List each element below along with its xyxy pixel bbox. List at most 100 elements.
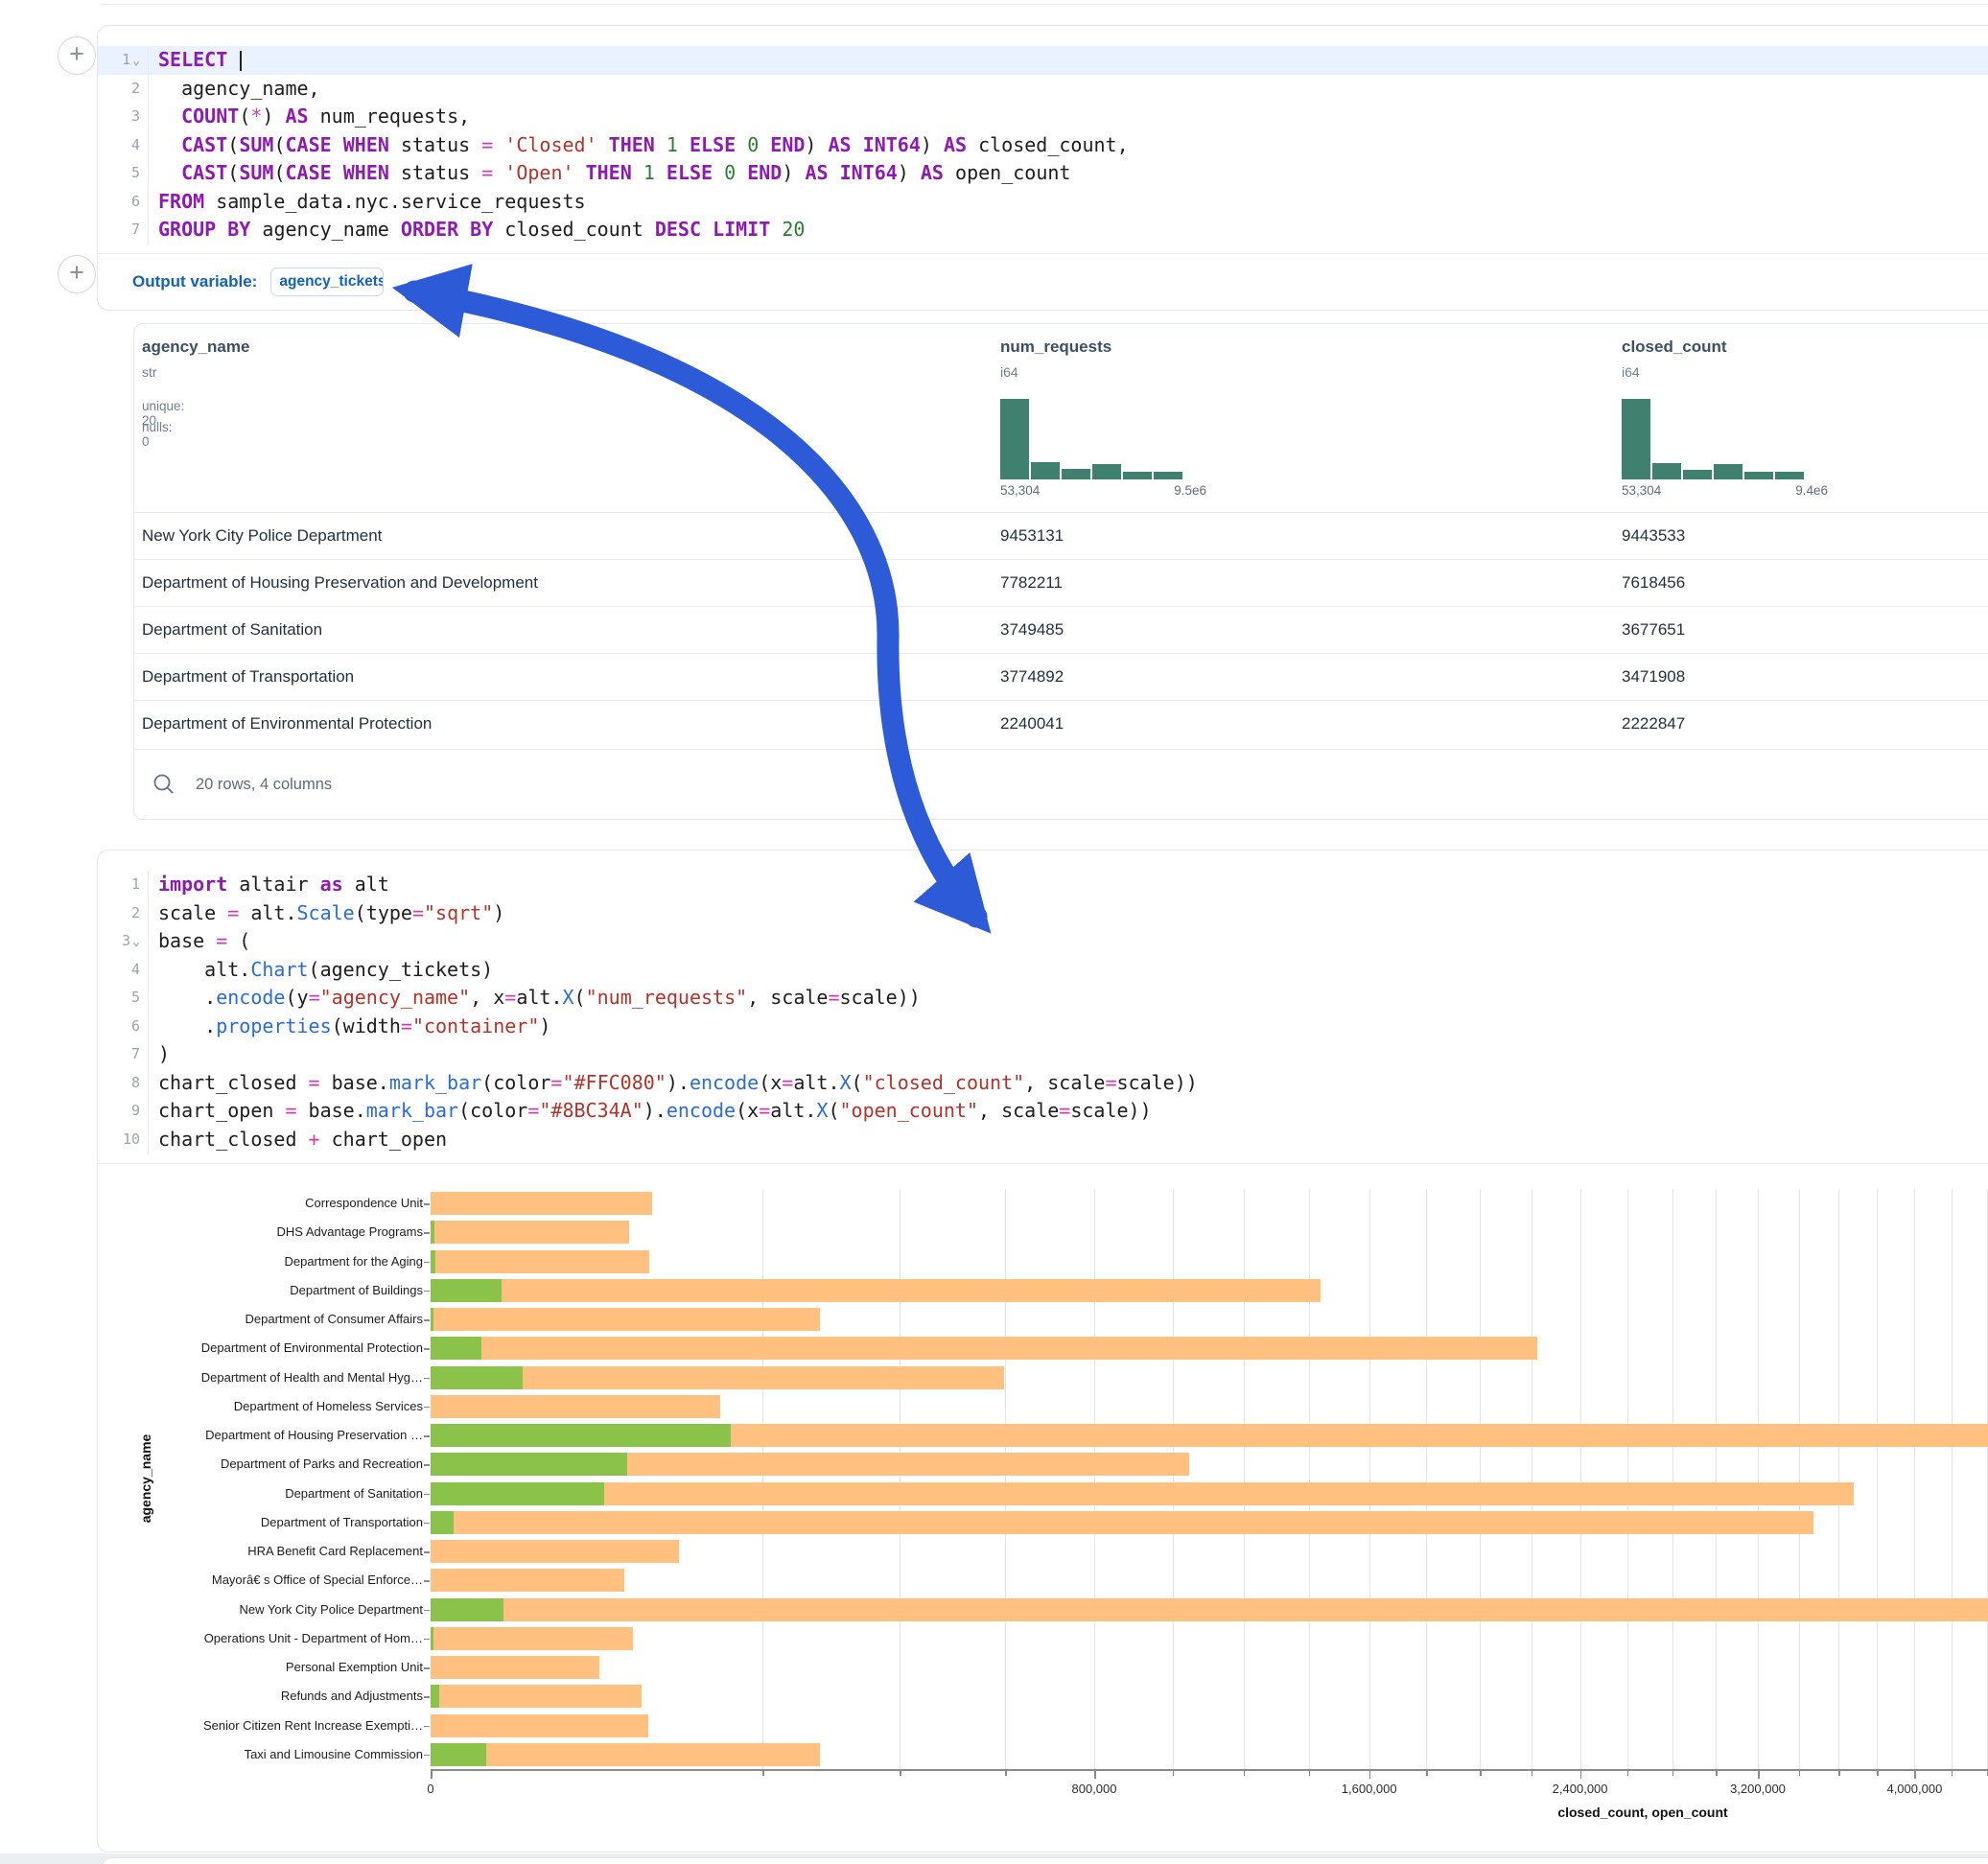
table-row[interactable]: Department of Sanitation37494853677651 [134,606,1988,654]
code-line[interactable]: 10chart_closed + chart_open [98,1126,1988,1154]
code-line[interactable]: 8chart_closed = base.mark_bar(color="#FF… [98,1069,1988,1098]
fold-chevron-icon[interactable]: ⌄ [132,935,140,949]
line-number: 3⌄ [98,927,148,956]
histogram-range-labels: 53,3049.5e6 [1000,483,1206,498]
add-cell-button-top[interactable]: + [58,36,96,75]
column-type: str [142,364,157,380]
x-major-tick [1094,1771,1096,1779]
code-text: scale = alt.Scale(type="sqrt") [148,899,1988,928]
code-line[interactable]: 7GROUP BY agency_name ORDER BY closed_co… [98,216,1988,245]
table-footer: 20 rows, 4 columns [134,749,1988,819]
code-line[interactable]: 4 CAST(SUM(CASE WHEN status = 'Closed' T… [98,131,1988,160]
add-cell-button-output[interactable]: + [58,255,96,293]
x-minor-tick [1005,1771,1007,1776]
table-row[interactable]: New York City Police Department945313194… [134,512,1988,560]
closed-count-bar [431,1395,720,1418]
x-minor-tick [1173,1771,1175,1776]
y-tick [424,1494,430,1496]
closed-count-bar [431,1250,649,1273]
x-axis-title: closed_count, open_count [1557,1805,1727,1820]
code-line[interactable]: 4 alt.Chart(agency_tickets) [98,956,1988,985]
closed-count-bar [431,1279,1321,1302]
code-line[interactable]: 3⌄base = ( [98,927,1988,956]
code-line[interactable]: 3 COUNT(*) AS num_requests, [98,103,1988,131]
table-row[interactable]: Department of Environmental Protection 22… [134,700,1988,748]
code-line[interactable]: 5 .encode(y="agency_name", x=alt.X("num_… [98,984,1988,1013]
y-axis-label: Department of Consumer Affairs [143,1312,423,1326]
gridline [1627,1189,1628,1769]
closed-count-bar [431,1221,629,1244]
table-cell: 3774892 [1000,667,1064,687]
search-icon[interactable] [152,772,176,797]
closed-count-bar [431,1511,1813,1534]
code-text: COUNT(*) AS num_requests, [148,103,1988,131]
line-number: 7 [98,1040,148,1069]
line-number: 10 [98,1126,148,1154]
code-line[interactable]: 2scale = alt.Scale(type="sqrt") [98,899,1988,928]
x-minor-tick [1426,1771,1428,1776]
code-line[interactable]: 7) [98,1040,1988,1069]
open-count-bar [431,1337,481,1360]
y-axis-label: Department of Homeless Services [143,1399,423,1413]
previous-cell-edge [101,4,1988,5]
y-axis-label: HRA Benefit Card Replacement [143,1544,423,1558]
code-line[interactable]: 2 agency_name, [98,75,1988,104]
y-axis-label: Correspondence Unit [143,1196,423,1210]
y-tick [424,1696,430,1698]
table-row[interactable]: Department of Transportation377489234719… [134,653,1988,701]
column-stat-nulls: nulls: 0 [142,420,173,449]
gridline [1716,1189,1717,1769]
y-tick [424,1435,430,1437]
x-minor-tick [1480,1771,1482,1776]
table-cell: Department of Environmental Protection [142,714,432,734]
python-editor[interactable]: 1import altair as alt2scale = alt.Scale(… [98,871,1988,1153]
y-axis-label: Department of Parks and Recreation [143,1456,423,1471]
table-cell: 2222847 [1622,714,1685,734]
line-number: 6 [98,188,148,217]
closed-count-bar [431,1598,1988,1621]
code-line[interactable]: 6FROM sample_data.nyc.service_requests [98,188,1988,217]
y-tick [424,1378,430,1380]
code-line[interactable]: 5 CAST(SUM(CASE WHEN status = 'Open' THE… [98,159,1988,188]
y-tick [424,1726,430,1728]
line-number: 2 [98,899,148,928]
code-line[interactable]: 1⌄SELECT [98,46,1988,75]
line-number: 8 [98,1069,148,1098]
line-number: 4 [98,131,148,160]
gridline [1580,1189,1581,1769]
x-major-tick [1580,1771,1582,1779]
histogram-bar [1062,469,1090,479]
histogram-bar [1031,462,1060,479]
table-cell: New York City Police Department [142,526,382,546]
sql-editor[interactable]: 1⌄SELECT 2 agency_name,3 COUNT(*) AS num… [98,46,1988,245]
gridline [1480,1189,1481,1769]
closed-count-bar [431,1192,652,1215]
dataframe-preview: agency_namestrunique: 20nulls: 0num_requ… [133,323,1988,820]
notebook-page: + + 1⌄SELECT 2 agency_name,3 COUNT(*) AS… [0,0,1988,1864]
x-minor-tick [1244,1771,1246,1776]
closed-count-bar [431,1714,648,1737]
chart-plot-area [431,1189,1988,1769]
x-major-tick [1758,1771,1760,1779]
table-cell: 2240041 [1000,714,1064,734]
x-axis-label: 1,600,000 [1342,1782,1397,1796]
histogram-range-labels: 53,3049.4e6 [1622,483,1828,498]
closed-count-bar [431,1337,1537,1360]
y-axis-label: Personal Exemption Unit [143,1660,423,1674]
next-cell-edge [101,1857,1988,1864]
gridline [1244,1189,1245,1769]
histogram-bar [1775,472,1804,479]
x-minor-tick [762,1771,764,1776]
table-cell: 7782211 [1000,573,1063,593]
code-line[interactable]: 9chart_open = base.mark_bar(color="#8BC3… [98,1097,1988,1126]
fold-chevron-icon[interactable]: ⌄ [132,54,140,68]
y-axis-label: Department of Sanitation [143,1486,423,1501]
code-line[interactable]: 1import altair as alt [98,871,1988,899]
code-line[interactable]: 6 .properties(width="container") [98,1013,1988,1041]
output-variable-pill[interactable]: agency_tickets [270,268,384,296]
table-row[interactable]: Department of Housing Preservation and D… [134,559,1988,607]
y-axis-label: New York City Police Department [143,1602,423,1617]
code-text: CAST(SUM(CASE WHEN status = 'Open' THEN … [148,159,1988,188]
y-axis-label: Department of Environmental Protection [143,1340,423,1355]
open-count-bar [431,1366,523,1389]
